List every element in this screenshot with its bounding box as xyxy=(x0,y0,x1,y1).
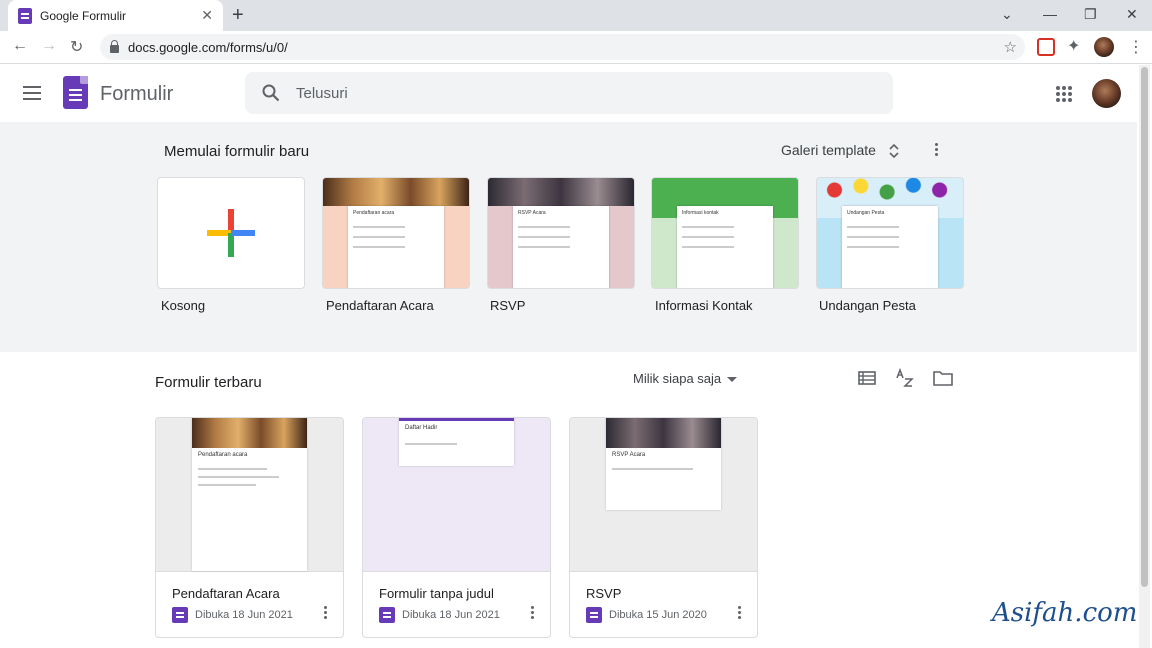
form-meta: Dibuka 18 Jun 2021 xyxy=(172,607,293,623)
form-opened-date: Dibuka 18 Jun 2021 xyxy=(195,609,293,621)
recent-form-card[interactable]: Daftar Hadir Formulir tanpa judul Dibuka… xyxy=(362,417,551,638)
scrollbar-thumb[interactable] xyxy=(1141,67,1148,587)
browser-tab[interactable]: Google Formulir ✕ xyxy=(8,0,223,31)
form-name[interactable]: Pendaftaran Acara xyxy=(172,586,280,601)
expand-collapse-icon xyxy=(889,144,899,159)
forms-file-icon xyxy=(172,607,188,623)
puzzle-extensions-icon[interactable]: ✦ xyxy=(1067,36,1080,56)
account-avatar[interactable] xyxy=(1092,79,1121,108)
main-menu-icon[interactable] xyxy=(23,86,41,100)
form-meta: Dibuka 15 Jun 2020 xyxy=(586,607,707,623)
rsvp-header-image xyxy=(488,178,634,206)
forms-logo-icon[interactable] xyxy=(63,76,88,109)
form-opened-date: Dibuka 18 Jun 2021 xyxy=(402,609,500,621)
browser-tab-strip: Google Formulir ✕ + ⌄ — ❐ ✕ xyxy=(0,0,1152,31)
template-card-rsvp[interactable]: RSVP Acara xyxy=(487,177,635,289)
address-url[interactable]: docs.google.com/forms/u/0/ xyxy=(128,40,1004,55)
page-scrollbar[interactable] xyxy=(1139,65,1150,648)
template-card-contact-info[interactable]: Informasi kontak xyxy=(651,177,799,289)
template-gallery-button[interactable]: Galeri template xyxy=(781,142,899,159)
form-thumbnail: RSVP Acara xyxy=(570,418,757,572)
folder-icon[interactable] xyxy=(933,370,953,386)
form-more-icon[interactable] xyxy=(531,606,535,621)
template-more-icon[interactable] xyxy=(935,143,938,158)
form-meta: Dibuka 18 Jun 2021 xyxy=(379,607,500,623)
forms-app-bar: Formulir Telusuri xyxy=(0,64,1152,122)
new-tab-button[interactable]: + xyxy=(232,4,244,27)
app-title[interactable]: Formulir xyxy=(100,83,173,106)
template-card-party-invite[interactable]: Undangan Pesta xyxy=(816,177,964,289)
back-arrow-icon[interactable]: ← xyxy=(12,37,28,55)
template-gallery-label: Galeri template xyxy=(781,142,876,158)
lock-icon xyxy=(110,39,119,53)
template-form-preview: Pendaftaran acara xyxy=(348,206,444,288)
template-label-blank[interactable]: Kosong xyxy=(161,298,205,313)
close-window-icon[interactable]: ✕ xyxy=(1126,6,1138,23)
template-form-preview: Undangan Pesta xyxy=(842,206,938,288)
tab-close-icon[interactable]: ✕ xyxy=(201,7,213,24)
template-section: Memulai formulir baru Galeri template Ko… xyxy=(0,122,1137,352)
form-thumbnail: Pendaftaran acara xyxy=(156,418,343,572)
template-form-title: Informasi kontak xyxy=(682,210,719,216)
minimize-icon[interactable]: — xyxy=(1043,6,1057,22)
tab-search-chevron-icon[interactable]: ⌄ xyxy=(1001,6,1013,23)
thumb-form-title: Daftar Hadir xyxy=(405,425,438,431)
bookmark-star-icon[interactable]: ☆ xyxy=(1004,38,1017,56)
search-icon xyxy=(262,84,280,102)
template-form-title: Undangan Pesta xyxy=(847,210,885,216)
template-label-contact-info[interactable]: Informasi Kontak xyxy=(655,298,753,313)
list-view-icon[interactable] xyxy=(858,370,876,386)
plus-icon xyxy=(207,209,255,257)
form-name[interactable]: Formulir tanpa judul xyxy=(379,586,494,601)
form-more-icon[interactable] xyxy=(324,606,328,621)
template-card-blank[interactable] xyxy=(157,177,305,289)
google-apps-icon[interactable] xyxy=(1056,86,1072,102)
event-header-image xyxy=(323,178,469,206)
sort-az-icon[interactable] xyxy=(895,368,915,388)
template-form-preview: RSVP Acara xyxy=(513,206,609,288)
thumb-form-title: RSVP Acara xyxy=(612,452,646,458)
reload-icon[interactable]: ↻ xyxy=(70,37,83,57)
forms-file-icon xyxy=(586,607,602,623)
template-label-event-registration[interactable]: Pendaftaran Acara xyxy=(326,298,434,313)
template-heading: Memulai formulir baru xyxy=(164,143,310,160)
form-thumbnail: Daftar Hadir xyxy=(363,418,550,572)
browser-menu-icon[interactable]: ⋮ xyxy=(1128,37,1144,57)
form-opened-date: Dibuka 15 Jun 2020 xyxy=(609,609,707,621)
template-form-title: RSVP Acara xyxy=(518,210,546,216)
search-placeholder: Telusuri xyxy=(296,85,348,102)
tab-title: Google Formulir xyxy=(40,8,127,23)
forms-favicon-icon xyxy=(18,7,32,24)
forward-arrow-icon[interactable]: → xyxy=(41,37,57,55)
owner-filter-dropdown[interactable]: Milik siapa saja xyxy=(633,371,737,386)
recent-forms-heading: Formulir terbaru xyxy=(155,374,262,391)
template-form-title: Pendaftaran acara xyxy=(353,210,395,216)
template-form-preview: Informasi kontak xyxy=(677,206,773,288)
recent-form-card[interactable]: RSVP Acara RSVP Dibuka 15 Jun 2020 xyxy=(569,417,758,638)
search-input[interactable]: Telusuri xyxy=(245,72,893,114)
thumb-form-title: Pendaftaran acara xyxy=(198,452,248,458)
restore-icon[interactable]: ❐ xyxy=(1084,6,1097,23)
watermark-logo: Asifah.com xyxy=(992,598,1138,628)
form-more-icon[interactable] xyxy=(738,606,742,621)
form-name[interactable]: RSVP xyxy=(586,586,621,601)
browser-toolbar: ← → ↻ docs.google.com/forms/u/0/ ☆ ✦ ⋮ xyxy=(0,31,1152,64)
template-card-event-registration[interactable]: Pendaftaran acara xyxy=(322,177,470,289)
template-label-rsvp[interactable]: RSVP xyxy=(490,298,525,313)
address-bar[interactable]: docs.google.com/forms/u/0/ ☆ xyxy=(100,34,1025,60)
recent-form-card[interactable]: Pendaftaran acara Pendaftaran Acara Dibu… xyxy=(155,417,344,638)
extension-icon[interactable] xyxy=(1037,38,1055,56)
browser-profile-avatar[interactable] xyxy=(1094,37,1114,57)
forms-file-icon xyxy=(379,607,395,623)
template-label-party-invite[interactable]: Undangan Pesta xyxy=(819,298,916,313)
